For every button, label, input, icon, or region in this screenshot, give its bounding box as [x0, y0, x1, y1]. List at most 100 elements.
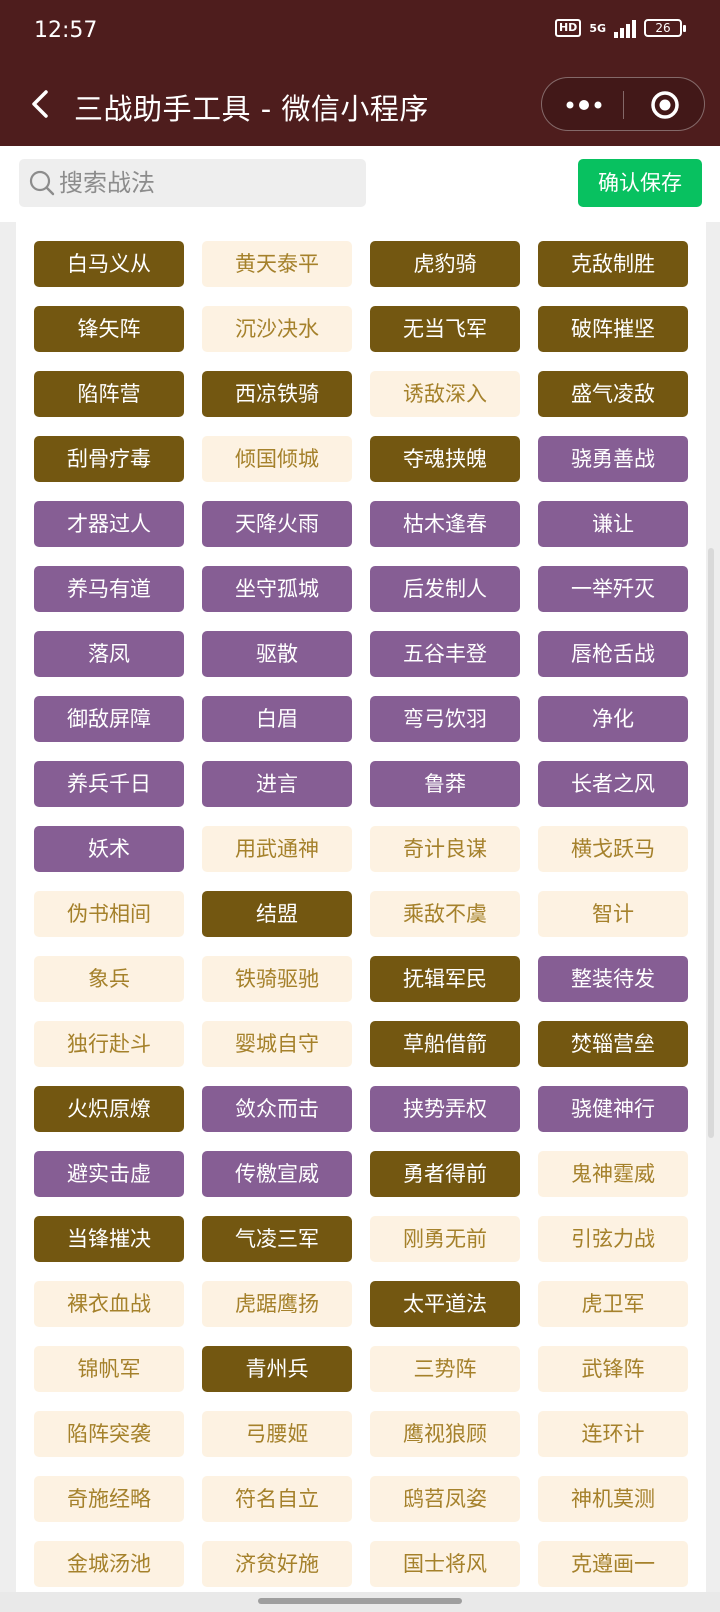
- tactic-tag[interactable]: 象兵: [34, 956, 184, 1002]
- tactic-tag[interactable]: 唇枪舌战: [538, 631, 688, 677]
- tactic-tag[interactable]: 养马有道: [34, 566, 184, 612]
- tactic-tag[interactable]: 虎踞鹰扬: [202, 1281, 352, 1327]
- tactic-tag[interactable]: 骁勇善战: [538, 436, 688, 482]
- status-icons: HD 5G 26: [554, 18, 686, 38]
- tactic-tag[interactable]: 裸衣血战: [34, 1281, 184, 1327]
- tactic-tag[interactable]: 长者之风: [538, 761, 688, 807]
- tactic-tag[interactable]: 连环计: [538, 1411, 688, 1457]
- signal-icon: [614, 18, 636, 38]
- tactic-tag[interactable]: 横戈跃马: [538, 826, 688, 872]
- tactic-tag[interactable]: 当锋摧决: [34, 1216, 184, 1262]
- tactic-tag[interactable]: 净化: [538, 696, 688, 742]
- scrollbar[interactable]: [708, 548, 714, 1138]
- tactic-tag[interactable]: 整装待发: [538, 956, 688, 1002]
- tactic-tag[interactable]: 引弦力战: [538, 1216, 688, 1262]
- status-bar: 12:57 HD 5G 26: [0, 0, 720, 64]
- tactic-tag[interactable]: 白马义从: [34, 241, 184, 287]
- nav-bar: 三战助手工具 - 微信小程序: [0, 64, 720, 146]
- tactic-tag[interactable]: 五谷丰登: [370, 631, 520, 677]
- tactic-tag[interactable]: 鬼神霆威: [538, 1151, 688, 1197]
- tactic-tag[interactable]: 气凌三军: [202, 1216, 352, 1262]
- tactic-tag[interactable]: 伪书相间: [34, 891, 184, 937]
- tactic-tag[interactable]: 传檄宣威: [202, 1151, 352, 1197]
- tactic-tag[interactable]: 三势阵: [370, 1346, 520, 1392]
- tactic-tag[interactable]: 陷阵营: [34, 371, 184, 417]
- tactic-tag[interactable]: 锦帆军: [34, 1346, 184, 1392]
- tactic-tag[interactable]: 挟势弄权: [370, 1086, 520, 1132]
- tactic-tag[interactable]: 养兵千日: [34, 761, 184, 807]
- tactic-tag[interactable]: 青州兵: [202, 1346, 352, 1392]
- tactic-tag[interactable]: 武锋阵: [538, 1346, 688, 1392]
- tactic-tag[interactable]: 弓腰姬: [202, 1411, 352, 1457]
- tactic-tag[interactable]: 后发制人: [370, 566, 520, 612]
- tactic-tag[interactable]: 虎卫军: [538, 1281, 688, 1327]
- tactic-tag[interactable]: 济贫好施: [202, 1541, 352, 1587]
- tactic-tag[interactable]: 克遵画一: [538, 1541, 688, 1587]
- tactic-tag[interactable]: 破阵摧坚: [538, 306, 688, 352]
- tactic-tag[interactable]: 结盟: [202, 891, 352, 937]
- tactic-tag[interactable]: 抚辑军民: [370, 956, 520, 1002]
- tactic-tag[interactable]: 陷阵突袭: [34, 1411, 184, 1457]
- tactic-tag[interactable]: 刮骨疗毒: [34, 436, 184, 482]
- tactic-tag[interactable]: 驱散: [202, 631, 352, 677]
- tactic-tag[interactable]: 鲁莽: [370, 761, 520, 807]
- tactic-tag[interactable]: 妖术: [34, 826, 184, 872]
- tactic-tag[interactable]: 符名自立: [202, 1476, 352, 1522]
- tactic-tag[interactable]: 火炽原燎: [34, 1086, 184, 1132]
- tactic-tag[interactable]: 骁健神行: [538, 1086, 688, 1132]
- tactic-tag[interactable]: 夺魂挟魄: [370, 436, 520, 482]
- tactic-tag[interactable]: 鸱苕凤姿: [370, 1476, 520, 1522]
- tactic-tag[interactable]: 勇者得前: [370, 1151, 520, 1197]
- search-box[interactable]: [19, 159, 366, 207]
- tactic-tag[interactable]: 乘敌不虞: [370, 891, 520, 937]
- tactic-tag[interactable]: 敛众而击: [202, 1086, 352, 1132]
- tactic-tag[interactable]: 焚辎营垒: [538, 1021, 688, 1067]
- tactic-tag[interactable]: 倾国倾城: [202, 436, 352, 482]
- search-input[interactable]: [59, 159, 359, 207]
- tactic-tag[interactable]: 金城汤池: [34, 1541, 184, 1587]
- tactic-tag[interactable]: 才器过人: [34, 501, 184, 547]
- tactic-tag[interactable]: 诱敌深入: [370, 371, 520, 417]
- page-title: 三战助手工具 - 微信小程序: [74, 92, 429, 126]
- confirm-save-button[interactable]: 确认保存: [578, 159, 702, 207]
- tactic-tag[interactable]: 枯木逢春: [370, 501, 520, 547]
- tactic-tag[interactable]: 智计: [538, 891, 688, 937]
- tactic-tag[interactable]: 黄天泰平: [202, 241, 352, 287]
- tactic-tag[interactable]: 独行赴斗: [34, 1021, 184, 1067]
- tactic-tag[interactable]: 太平道法: [370, 1281, 520, 1327]
- tactic-tag[interactable]: 锋矢阵: [34, 306, 184, 352]
- tactic-tag[interactable]: 天降火雨: [202, 501, 352, 547]
- tactic-tag[interactable]: 西凉铁骑: [202, 371, 352, 417]
- tactic-tag[interactable]: 无当飞军: [370, 306, 520, 352]
- home-indicator[interactable]: [258, 1598, 462, 1604]
- tactic-tag[interactable]: 一举歼灭: [538, 566, 688, 612]
- tactic-tag[interactable]: 神机莫测: [538, 1476, 688, 1522]
- back-arrow-icon[interactable]: [22, 84, 62, 124]
- tactic-tag[interactable]: 奇施经略: [34, 1476, 184, 1522]
- tactic-tag[interactable]: 盛气凌敌: [538, 371, 688, 417]
- miniprogram-capsule: [541, 77, 705, 131]
- tactic-tag[interactable]: 谦让: [538, 501, 688, 547]
- search-icon: [29, 170, 55, 196]
- tactic-tag[interactable]: 奇计良谋: [370, 826, 520, 872]
- more-menu-icon[interactable]: [562, 92, 606, 118]
- tactic-tag[interactable]: 克敌制胜: [538, 241, 688, 287]
- tactic-tag[interactable]: 沉沙决水: [202, 306, 352, 352]
- tactic-tag[interactable]: 御敌屏障: [34, 696, 184, 742]
- tactic-tag[interactable]: 避实击虚: [34, 1151, 184, 1197]
- tactics-list[interactable]: 风助火势红不散妾其元甬勇藤甲兵白马义从黄天泰平虎豹骑克敌制胜锋矢阵沉沙决水无当飞…: [16, 222, 706, 1592]
- tactic-tag[interactable]: 弯弓饮羽: [370, 696, 520, 742]
- tactic-tag[interactable]: 白眉: [202, 696, 352, 742]
- tactic-tag[interactable]: 铁骑驱驰: [202, 956, 352, 1002]
- tactic-tag[interactable]: 草船借箭: [370, 1021, 520, 1067]
- tactic-tag[interactable]: 虎豹骑: [370, 241, 520, 287]
- close-miniprogram-icon[interactable]: [650, 90, 680, 120]
- tactic-tag[interactable]: 落凤: [34, 631, 184, 677]
- tactic-tag[interactable]: 鹰视狼顾: [370, 1411, 520, 1457]
- tactic-tag[interactable]: 刚勇无前: [370, 1216, 520, 1262]
- tactic-tag[interactable]: 用武通神: [202, 826, 352, 872]
- tactic-tag[interactable]: 婴城自守: [202, 1021, 352, 1067]
- tactic-tag[interactable]: 进言: [202, 761, 352, 807]
- tactic-tag[interactable]: 坐守孤城: [202, 566, 352, 612]
- tactic-tag[interactable]: 国士将风: [370, 1541, 520, 1587]
